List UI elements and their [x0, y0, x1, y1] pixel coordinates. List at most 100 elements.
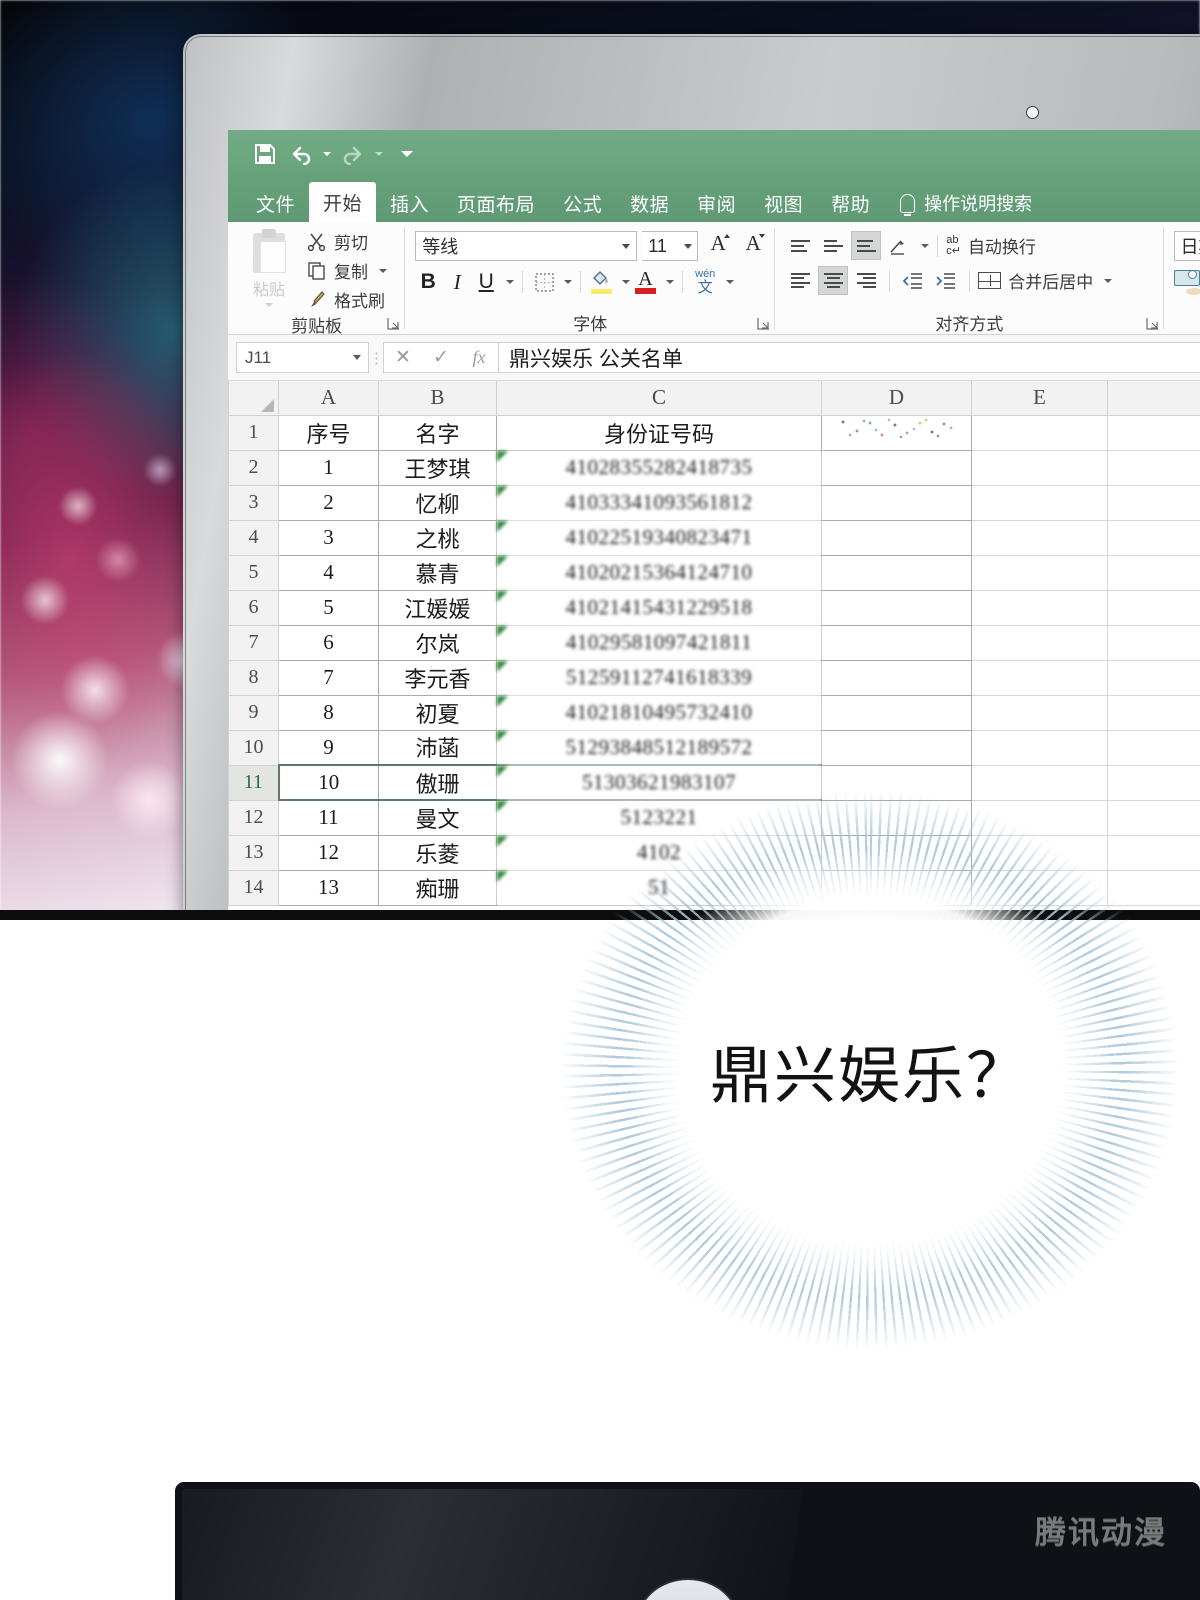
- cell-b6[interactable]: 江媛媛: [378, 589, 497, 626]
- row-header-9[interactable]: 9: [228, 694, 279, 731]
- cell-b7[interactable]: 尔岚: [378, 624, 497, 661]
- cell-e8[interactable]: [971, 659, 1108, 696]
- cell-f9[interactable]: [1107, 694, 1200, 731]
- cell-c8[interactable]: 51259112741618339: [496, 659, 822, 696]
- font-dialog-launcher-icon[interactable]: [757, 317, 770, 330]
- cell-e4[interactable]: [971, 519, 1108, 556]
- format-painter-button[interactable]: 格式刷: [306, 287, 387, 312]
- row-header-11[interactable]: 11: [228, 764, 279, 801]
- row-header-12[interactable]: 12: [228, 799, 279, 836]
- cell-a3[interactable]: 2: [278, 484, 379, 521]
- increase-indent-button[interactable]: [931, 266, 961, 295]
- name-box-chevron-down-icon[interactable]: [353, 355, 361, 360]
- cell-c10[interactable]: 51293848512189572: [496, 729, 822, 766]
- font-size-chevron-down-icon[interactable]: [684, 243, 693, 249]
- copy-button[interactable]: 复制: [306, 258, 387, 283]
- tell-me-search[interactable]: 操作说明搜索: [884, 184, 1032, 222]
- align-right-button[interactable]: [851, 266, 881, 295]
- tab-page-layout[interactable]: 页面布局: [443, 184, 549, 222]
- cell-a8[interactable]: 7: [278, 659, 379, 696]
- merge-center-button[interactable]: 合并后居中: [978, 266, 1113, 295]
- fill-color-dropdown-icon[interactable]: [622, 280, 631, 284]
- tab-help[interactable]: 帮助: [817, 184, 884, 222]
- cell-b4[interactable]: 之桃: [378, 519, 497, 556]
- font-color-dropdown-icon[interactable]: [666, 280, 675, 284]
- decrease-font-size-icon[interactable]: A: [738, 231, 768, 261]
- cell-f1[interactable]: [1107, 414, 1200, 451]
- cell-a1[interactable]: 序号: [278, 414, 379, 451]
- cell-c9[interactable]: 41021810495732410: [496, 694, 822, 731]
- cell-b3[interactable]: 忆柳: [378, 484, 497, 521]
- cell-c7[interactable]: 41029581097421811: [496, 624, 822, 661]
- cell-b9[interactable]: 初夏: [378, 694, 497, 731]
- increase-font-size-icon[interactable]: A: [703, 231, 733, 261]
- align-top-button[interactable]: [785, 231, 815, 260]
- row-header-1[interactable]: 1: [228, 414, 279, 451]
- cell-e10[interactable]: [971, 729, 1108, 766]
- cell-f10[interactable]: [1107, 729, 1200, 766]
- formula-input[interactable]: 鼎兴娱乐 公关名单: [499, 342, 1200, 373]
- cell-b1[interactable]: 名字: [378, 414, 497, 451]
- cell-d3[interactable]: [821, 484, 972, 521]
- font-name-chevron-down-icon[interactable]: [622, 243, 631, 249]
- cell-b12[interactable]: 曼文: [378, 799, 497, 836]
- copy-dropdown-icon[interactable]: [379, 268, 387, 273]
- cancel-formula-icon[interactable]: ✕: [384, 343, 422, 372]
- cell-a13[interactable]: 12: [278, 834, 379, 871]
- tab-view[interactable]: 视图: [750, 184, 817, 222]
- font-color-button[interactable]: A: [633, 267, 659, 297]
- cell-b2[interactable]: 王梦琪: [378, 449, 497, 486]
- cell-b10[interactable]: 沛菡: [378, 729, 497, 766]
- customize-qat-icon[interactable]: [400, 138, 414, 170]
- cell-e6[interactable]: [971, 589, 1108, 626]
- cell-a7[interactable]: 6: [278, 624, 379, 661]
- cell-b5[interactable]: 慕青: [378, 554, 497, 591]
- undo-icon[interactable]: [284, 138, 318, 170]
- column-header-c[interactable]: C: [496, 381, 822, 416]
- tab-review[interactable]: 审阅: [683, 184, 750, 222]
- row-header-6[interactable]: 6: [228, 589, 279, 626]
- align-bottom-button[interactable]: [851, 231, 882, 260]
- cell-c6[interactable]: 41021415431229518: [496, 589, 822, 626]
- cell-b8[interactable]: 李元香: [378, 659, 497, 696]
- cell-d10[interactable]: [821, 729, 972, 766]
- undo-dropdown-icon[interactable]: [320, 138, 334, 170]
- cut-button[interactable]: 剪切: [306, 229, 387, 254]
- cell-d5[interactable]: [821, 554, 972, 591]
- fill-color-button[interactable]: [589, 267, 615, 297]
- borders-button[interactable]: [531, 267, 557, 297]
- cell-d1-censored[interactable]: [821, 414, 972, 451]
- cell-e2[interactable]: [971, 449, 1108, 486]
- cell-a11[interactable]: 10: [277, 764, 379, 801]
- row-header-14[interactable]: 14: [228, 869, 279, 906]
- font-size-input[interactable]: 11: [642, 231, 699, 261]
- row-header-13[interactable]: 13: [228, 834, 279, 871]
- cell-d6[interactable]: [821, 589, 972, 626]
- align-middle-button[interactable]: [818, 231, 848, 260]
- confirm-formula-icon[interactable]: ✓: [422, 343, 460, 372]
- decrease-indent-button[interactable]: [898, 266, 928, 295]
- row-header-2[interactable]: 2: [228, 449, 279, 486]
- tab-data[interactable]: 数据: [616, 184, 683, 222]
- clipboard-dialog-launcher-icon[interactable]: [387, 317, 400, 330]
- cell-a14[interactable]: 13: [278, 869, 379, 906]
- underline-dropdown-icon[interactable]: [506, 280, 515, 284]
- font-name-input[interactable]: 等线: [415, 231, 638, 261]
- cell-a6[interactable]: 5: [278, 589, 379, 626]
- cell-b14[interactable]: 痴珊: [378, 869, 497, 906]
- cell-a9[interactable]: 8: [278, 694, 379, 731]
- select-all-corner[interactable]: [228, 381, 279, 416]
- tab-insert[interactable]: 插入: [376, 184, 443, 222]
- cell-d7[interactable]: [821, 624, 972, 661]
- currency-icon[interactable]: [1173, 269, 1200, 295]
- tab-file[interactable]: 文件: [242, 184, 309, 222]
- row-header-4[interactable]: 4: [228, 519, 279, 556]
- align-left-button[interactable]: [785, 266, 815, 295]
- insert-function-icon[interactable]: fx: [460, 343, 498, 372]
- phonetic-guide-button[interactable]: wén 文: [691, 267, 719, 297]
- cell-e5[interactable]: [971, 554, 1108, 591]
- cell-c4[interactable]: 41022519340823471: [496, 519, 822, 556]
- underline-button[interactable]: U: [473, 267, 499, 297]
- cell-d9[interactable]: [821, 694, 972, 731]
- column-header-d[interactable]: D: [821, 381, 972, 416]
